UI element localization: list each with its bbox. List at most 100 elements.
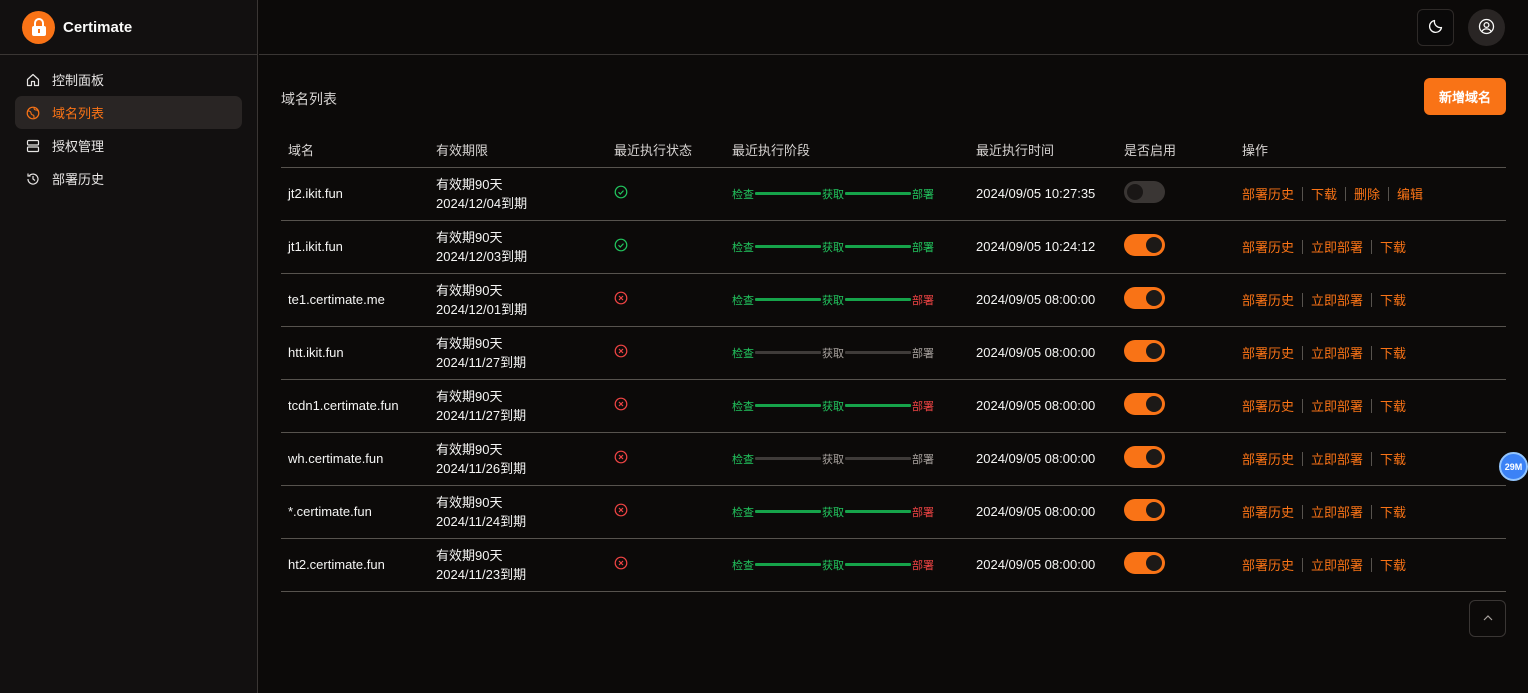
action-link[interactable]: 删除 xyxy=(1354,184,1380,203)
action-link[interactable]: 部署历史 xyxy=(1242,502,1294,521)
stage-progress: 检查 获取 部署 xyxy=(732,186,969,202)
stage-connector xyxy=(845,245,911,248)
sidebar-item-domains[interactable]: 域名列表 xyxy=(15,96,242,129)
enabled-cell xyxy=(1117,485,1235,539)
theme-toggle-button[interactable] xyxy=(1417,9,1454,46)
column-header: 操作 xyxy=(1235,133,1506,168)
action-link[interactable]: 部署历史 xyxy=(1242,396,1294,415)
action-link[interactable]: 编辑 xyxy=(1397,184,1423,203)
action-divider xyxy=(1302,504,1304,519)
action-link[interactable]: 下载 xyxy=(1380,396,1406,415)
stage-label: 获取 xyxy=(822,506,844,519)
action-divider xyxy=(1302,451,1304,466)
table-row: jt1.ikit.fun 有效期90天 2024/12/03到期 检查 获取 部署 2024… xyxy=(281,220,1506,274)
enabled-cell xyxy=(1117,379,1235,433)
memory-badge[interactable]: 29M xyxy=(1499,452,1528,481)
sidebar-item-access[interactable]: 授权管理 xyxy=(15,129,242,162)
enable-toggle[interactable] xyxy=(1124,552,1165,574)
column-header: 域名 xyxy=(281,133,429,168)
add-domain-button[interactable]: 新增域名 xyxy=(1424,78,1506,115)
expire-date: 2024/11/27到期 xyxy=(436,407,527,423)
action-link[interactable]: 立即部署 xyxy=(1311,396,1363,415)
enabled-cell xyxy=(1117,326,1235,380)
action-link[interactable]: 下载 xyxy=(1380,343,1406,362)
status-cell xyxy=(607,538,725,592)
row-actions: 部署历史 立即部署 下载 xyxy=(1242,502,1506,521)
action-link[interactable]: 立即部署 xyxy=(1311,343,1363,362)
check-circle-icon xyxy=(614,238,628,252)
sidebar-item-history[interactable]: 部署历史 xyxy=(15,162,242,195)
stage-label: 部署 xyxy=(912,506,934,519)
action-link[interactable]: 立即部署 xyxy=(1311,502,1363,521)
stage-label: 部署 xyxy=(912,294,934,307)
action-link[interactable]: 下载 xyxy=(1311,184,1337,203)
action-link[interactable]: 下载 xyxy=(1380,290,1406,309)
domain-cell: ht2.certimate.fun xyxy=(281,538,429,592)
brand[interactable]: Certimate xyxy=(0,0,257,55)
action-link[interactable]: 立即部署 xyxy=(1311,290,1363,309)
enable-toggle[interactable] xyxy=(1124,340,1165,362)
x-circle-icon xyxy=(614,344,628,358)
x-circle-icon xyxy=(614,291,628,305)
enable-toggle[interactable] xyxy=(1124,393,1165,415)
action-link[interactable]: 部署历史 xyxy=(1242,343,1294,362)
action-link[interactable]: 下载 xyxy=(1380,555,1406,574)
domain-cell: jt2.ikit.fun xyxy=(281,167,429,221)
stage-label: 获取 xyxy=(822,559,844,572)
column-header: 是否启用 xyxy=(1117,133,1235,168)
stage-label: 获取 xyxy=(822,347,844,360)
enable-toggle[interactable] xyxy=(1124,181,1165,203)
stage-connector xyxy=(755,351,821,354)
stage-label: 检查 xyxy=(732,400,754,413)
enable-toggle[interactable] xyxy=(1124,446,1165,468)
action-link[interactable]: 部署历史 xyxy=(1242,237,1294,256)
action-link[interactable]: 立即部署 xyxy=(1311,555,1363,574)
table-header-row: 域名 有效期限 最近执行状态 最近执行阶段 最近执行时间 是否启用 操作 xyxy=(281,133,1506,168)
domain-cell: jt1.ikit.fun xyxy=(281,220,429,274)
stage-label: 检查 xyxy=(732,347,754,360)
sidebar-item-dashboard[interactable]: 控制面板 xyxy=(15,63,242,96)
action-link[interactable]: 部署历史 xyxy=(1242,555,1294,574)
stage-progress: 检查 获取 部署 xyxy=(732,345,969,361)
brand-name: Certimate xyxy=(63,18,133,36)
validity-cell: 有效期90天 2024/11/26到期 xyxy=(429,432,607,486)
validity-text: 有效期90天 xyxy=(436,441,503,457)
row-actions: 部署历史 立即部署 下载 xyxy=(1242,396,1506,415)
enable-toggle[interactable] xyxy=(1124,234,1165,256)
validity-cell: 有效期90天 2024/11/27到期 xyxy=(429,326,607,380)
toggle-knob xyxy=(1146,396,1162,412)
stage-connector xyxy=(755,563,821,566)
action-divider xyxy=(1371,557,1373,572)
action-link[interactable]: 下载 xyxy=(1380,449,1406,468)
table-row: ht2.certimate.fun 有效期90天 2024/11/23到期 检查 获取 部… xyxy=(281,538,1506,592)
enable-toggle[interactable] xyxy=(1124,499,1165,521)
user-menu-button[interactable] xyxy=(1468,9,1505,46)
stage-connector xyxy=(845,510,911,513)
sidebar-nav: 控制面板 域名列表 授权管理 部署历史 xyxy=(0,55,257,195)
row-actions: 部署历史 立即部署 下载 xyxy=(1242,237,1506,256)
table-row: jt2.ikit.fun 有效期90天 2024/12/04到期 检查 获取 部署 2024… xyxy=(281,167,1506,221)
actions-cell: 部署历史 立即部署 下载 xyxy=(1235,326,1506,380)
x-circle-icon xyxy=(614,397,628,411)
stage-connector xyxy=(755,404,821,407)
validity-text: 有效期90天 xyxy=(436,282,503,298)
x-circle-icon xyxy=(614,450,628,464)
scroll-top-button[interactable] xyxy=(1469,600,1506,637)
stage-label: 检查 xyxy=(732,294,754,307)
enable-toggle[interactable] xyxy=(1124,287,1165,309)
stage-connector xyxy=(845,457,911,460)
action-link[interactable]: 下载 xyxy=(1380,502,1406,521)
action-link[interactable]: 立即部署 xyxy=(1311,237,1363,256)
action-link[interactable]: 部署历史 xyxy=(1242,449,1294,468)
expire-date: 2024/11/24到期 xyxy=(436,513,527,529)
user-circle-icon xyxy=(1478,18,1495,38)
action-link[interactable]: 部署历史 xyxy=(1242,290,1294,309)
action-link[interactable]: 下载 xyxy=(1380,237,1406,256)
history-icon xyxy=(25,171,41,187)
check-circle-icon xyxy=(614,185,628,199)
action-link[interactable]: 立即部署 xyxy=(1311,449,1363,468)
action-link[interactable]: 部署历史 xyxy=(1242,184,1294,203)
validity-text: 有效期90天 xyxy=(436,335,503,351)
sidebar-item-label: 授权管理 xyxy=(52,139,105,154)
stage-label: 获取 xyxy=(822,400,844,413)
